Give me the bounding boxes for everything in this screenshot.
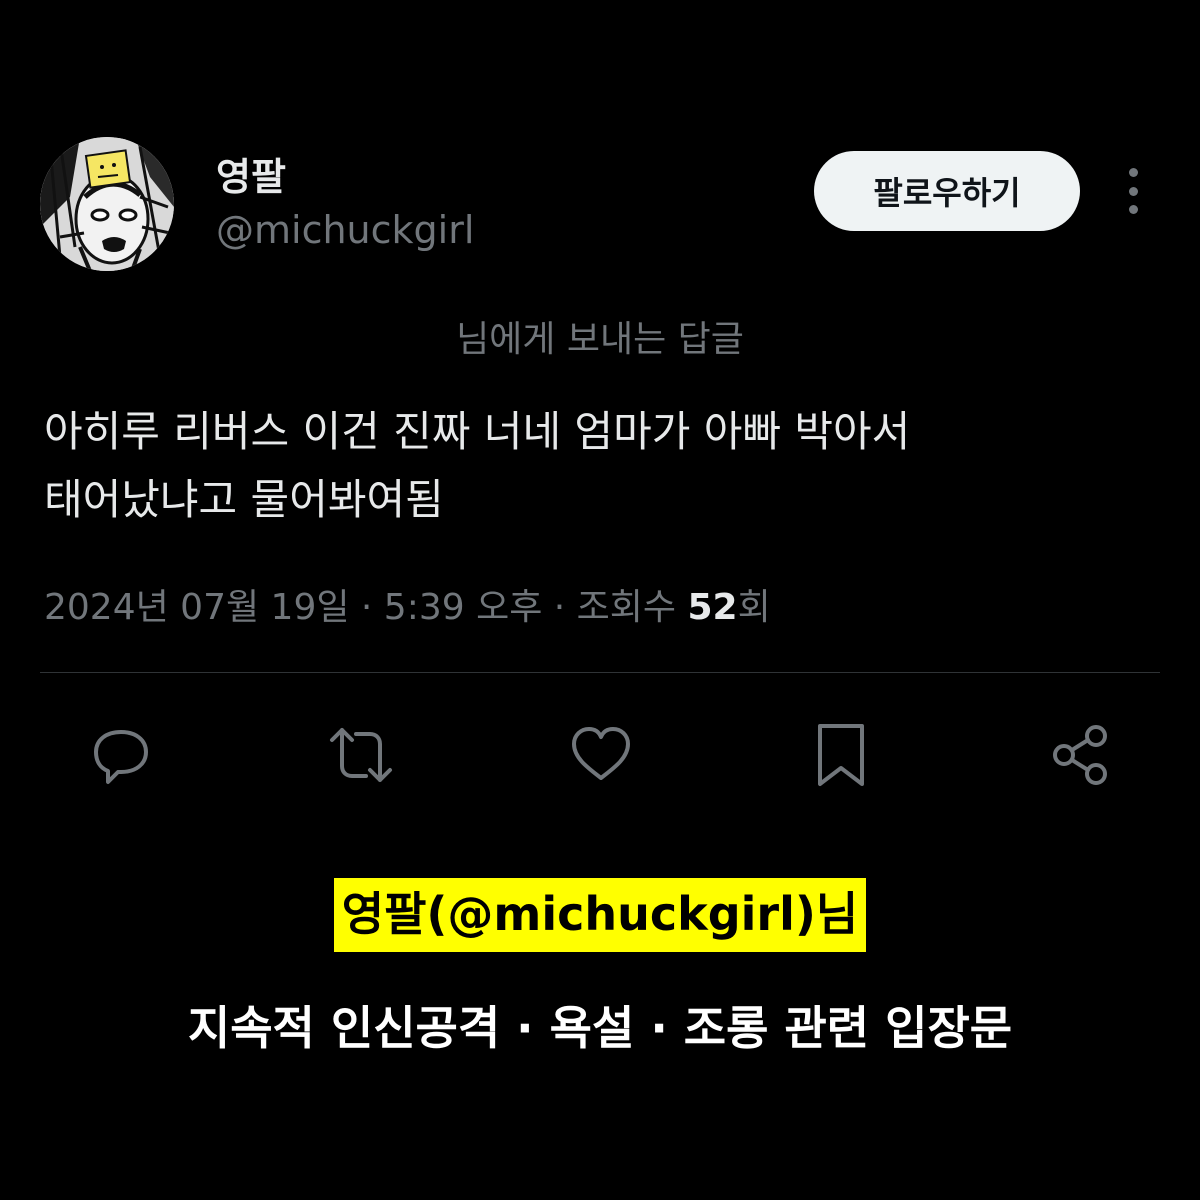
like-button[interactable] — [566, 720, 636, 790]
manga-character-avatar-icon — [40, 137, 174, 271]
more-dot — [1128, 205, 1138, 214]
views-count: 52 — [687, 587, 738, 628]
caption-subtitle: 지속적 인신공격 · 욕설 · 조롱 관련 입장문 — [187, 1001, 1013, 1055]
divider — [40, 672, 1160, 673]
caption-highlight-container: 영팔(@michuckgirl)님 — [0, 878, 1200, 952]
tweet-text: 아히루 리버스 이건 진짜 너네 엄마가 아빠 박아서 태어났냐고 물어봐여됨 — [44, 398, 1164, 534]
share-icon — [1053, 725, 1107, 785]
reply-context: 님에게 보내는 답글 — [456, 319, 744, 360]
tweet-datetime[interactable]: 2024년 07월 19일 · 5:39 오후 · 조회수 — [44, 587, 687, 628]
tweet-text-line: 아히루 리버스 이건 진짜 너네 엄마가 아빠 박아서 — [44, 407, 911, 456]
more-dot — [1128, 186, 1138, 196]
reply-button[interactable] — [86, 720, 156, 790]
views-suffix: 회 — [737, 587, 771, 628]
bookmark-icon — [818, 724, 864, 786]
tweet-card: 영팔 @michuckgirl 팔로우하기 님에게 보내는 답글 아히루 리버스… — [0, 0, 1200, 840]
more-vertical-icon[interactable] — [1117, 168, 1149, 214]
author-handle[interactable]: @michuckgirl — [216, 208, 474, 252]
more-dot — [1128, 168, 1138, 177]
tweet-meta: 2024년 07월 19일 · 5:39 오후 · 조회수 52회 — [44, 578, 771, 630]
retweet-button[interactable] — [326, 720, 396, 790]
bookmark-button[interactable] — [806, 720, 876, 790]
caption-highlight: 영팔(@michuckgirl)님 — [333, 878, 867, 952]
heart-icon — [572, 727, 630, 780]
speech-bubble-icon — [94, 730, 148, 784]
avatar[interactable] — [40, 137, 174, 271]
follow-button[interactable]: 팔로우하기 — [814, 151, 1080, 231]
author-display-name[interactable]: 영팔 — [216, 146, 286, 201]
retweet-icon — [330, 728, 392, 782]
share-button[interactable] — [1046, 720, 1116, 790]
tweet-text-line: 태어났냐고 물어봐여됨 — [44, 475, 444, 524]
